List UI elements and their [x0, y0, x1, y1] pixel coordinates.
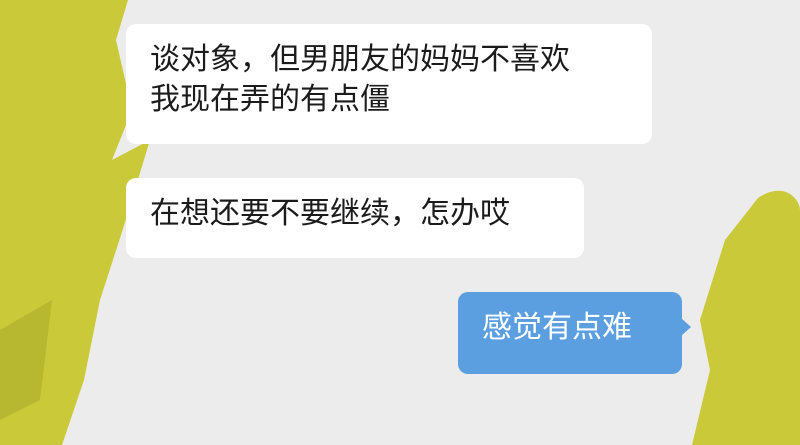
message-text: 在想还要不要继续，怎办哎	[150, 196, 510, 231]
message-text: 我现在弄的有点僵	[150, 82, 390, 117]
message-bubble-incoming[interactable]: 在想还要不要继续，怎办哎	[126, 178, 584, 258]
message-bubble-incoming[interactable]: 谈对象，但男朋友的妈妈不喜欢 我现在弄的有点僵	[126, 24, 652, 144]
bubble-tail	[681, 318, 691, 336]
message-text: 感觉有点难	[482, 310, 632, 345]
chat-area: 谈对象，但男朋友的妈妈不喜欢 我现在弄的有点僵 在想还要不要继续，怎办哎 感觉有…	[0, 0, 800, 445]
message-text: 谈对象，但男朋友的妈妈不喜欢	[150, 42, 570, 77]
message-bubble-outgoing[interactable]: 感觉有点难	[458, 292, 682, 374]
